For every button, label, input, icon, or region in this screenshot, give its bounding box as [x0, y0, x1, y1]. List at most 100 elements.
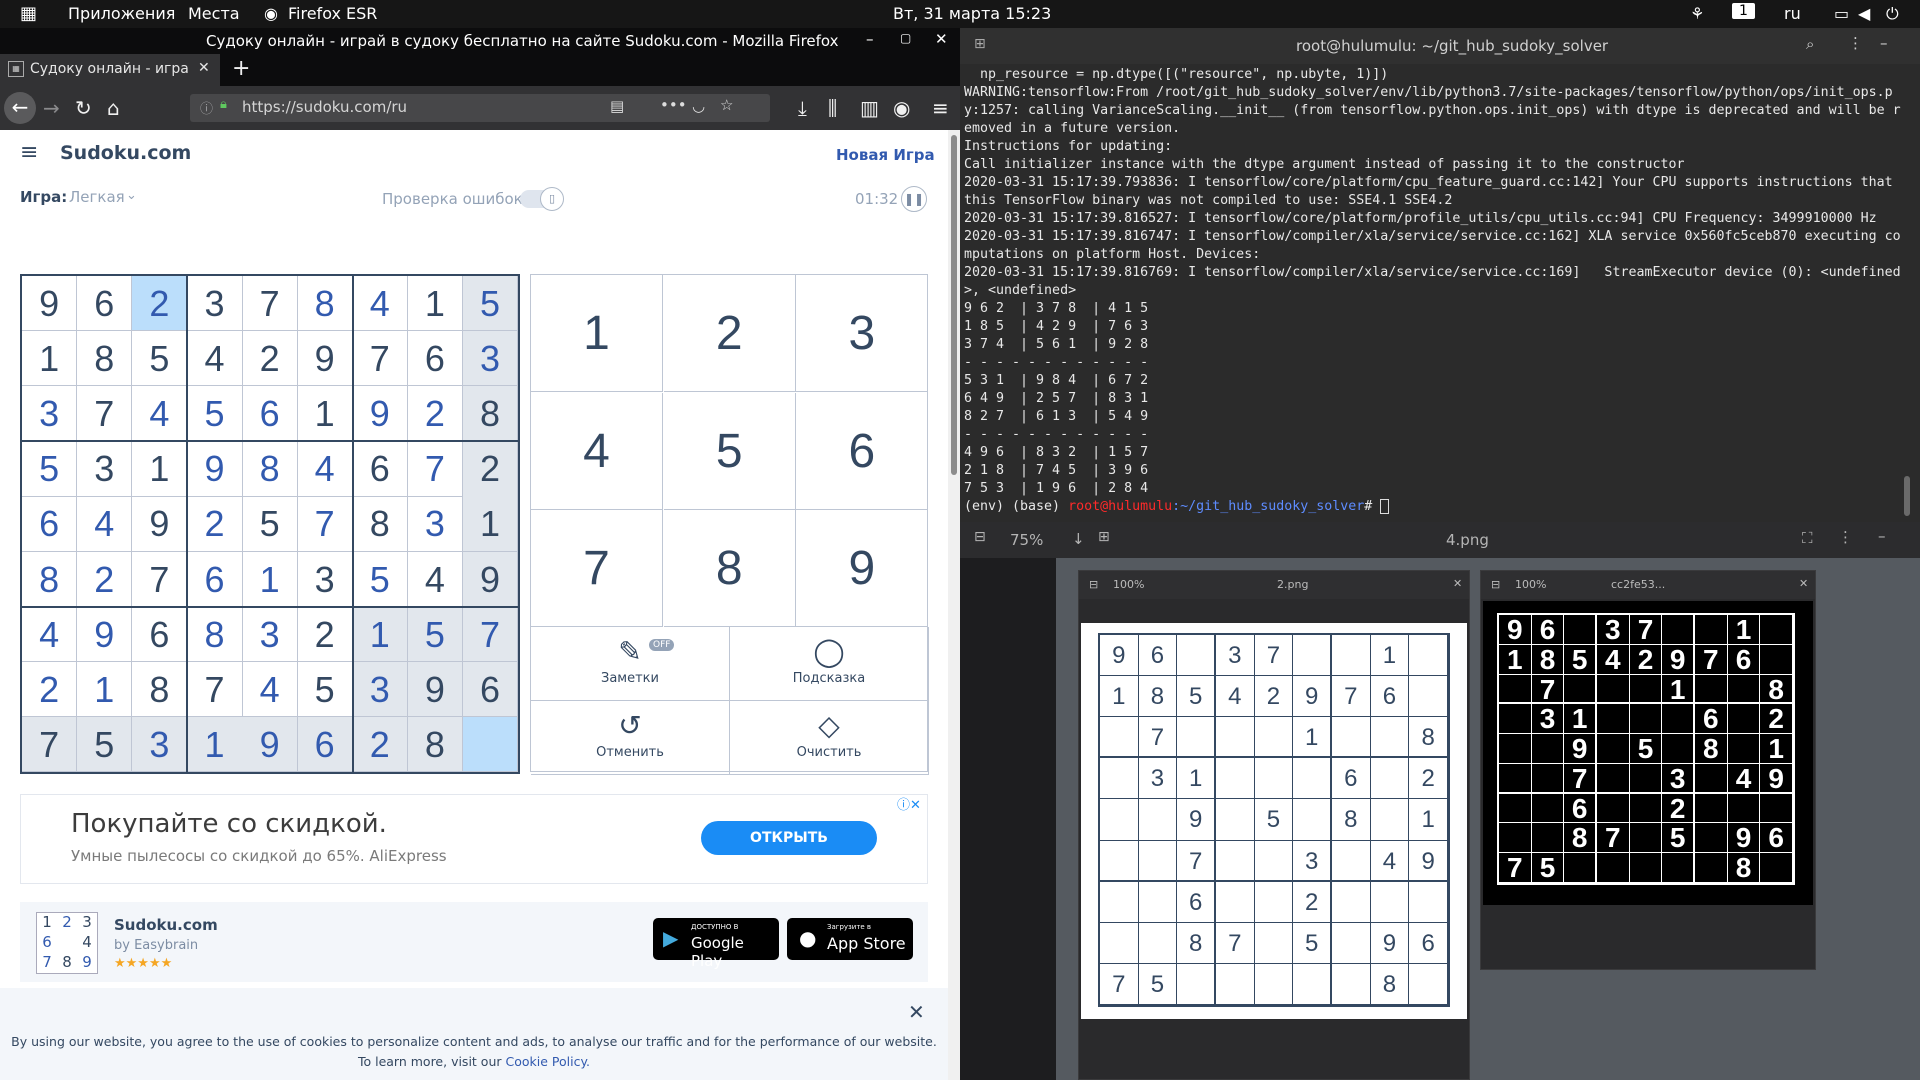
- zoom-out-icon[interactable]: ⊟: [1491, 578, 1500, 591]
- board-cell[interactable]: 2: [132, 276, 188, 332]
- board-cell[interactable]: 2: [187, 496, 243, 552]
- numpad-key[interactable]: 6: [796, 392, 929, 510]
- reader-view-icon[interactable]: ▤: [610, 97, 624, 115]
- board-cell[interactable]: 5: [297, 661, 353, 718]
- hint-button[interactable]: ◯ Подсказка: [730, 627, 929, 701]
- board-cell[interactable]: 3: [352, 661, 408, 718]
- new-game-link[interactable]: Новая Игра: [836, 146, 935, 164]
- account-icon[interactable]: ◉: [893, 96, 910, 120]
- board-cell[interactable]: 7: [462, 606, 519, 662]
- board-cell[interactable]: 7: [132, 551, 188, 607]
- board-cell[interactable]: 7: [407, 441, 464, 497]
- search-icon[interactable]: ⌕: [1806, 35, 1814, 53]
- board-cell[interactable]: 2: [22, 661, 78, 718]
- terminal-output[interactable]: np_resource = np.dtype([("resource", np.…: [964, 66, 1904, 522]
- board-cell[interactable]: 3: [297, 551, 353, 607]
- board-cell[interactable]: 1: [407, 276, 464, 332]
- forward-button[interactable]: →: [43, 96, 60, 120]
- board-cell[interactable]: 1: [187, 716, 243, 773]
- close-icon[interactable]: ✕: [1799, 577, 1808, 590]
- new-tab-icon[interactable]: +: [232, 56, 250, 81]
- menu-dots-icon[interactable]: ⋮: [1848, 34, 1863, 52]
- board-cell[interactable]: 2: [407, 386, 464, 442]
- undo-button[interactable]: ↺ Отменить: [531, 701, 730, 775]
- board-cell[interactable]: 7: [297, 496, 353, 552]
- board-cell[interactable]: 2: [352, 716, 408, 773]
- board-cell[interactable]: 2: [297, 606, 353, 662]
- minimize-icon[interactable]: –: [1878, 527, 1886, 545]
- google-play-button[interactable]: ▶ ДОСТУПНО В Google Play: [653, 918, 779, 970]
- board-cell[interactable]: 6: [187, 551, 243, 607]
- apps-grid-icon[interactable]: ▦: [20, 3, 37, 24]
- chevron-down-icon[interactable]: ⌄: [126, 188, 137, 203]
- board-cell[interactable]: 4: [187, 331, 243, 387]
- board-cell[interactable]: 5: [407, 606, 464, 662]
- board-cell[interactable]: 8: [297, 276, 353, 332]
- board-cell[interactable]: 2: [462, 441, 519, 497]
- board-cell[interactable]: 7: [187, 661, 243, 718]
- board-cell[interactable]: 9: [297, 331, 353, 387]
- ad-banner[interactable]: Покупайте со скидкой. Умные пылесосы со …: [20, 794, 928, 884]
- board-cell[interactable]: 9: [132, 496, 188, 552]
- win1-zoom[interactable]: 100%: [1113, 578, 1144, 591]
- applications-menu[interactable]: Приложения: [68, 4, 175, 23]
- numpad-key[interactable]: 3: [796, 275, 929, 392]
- board-cell[interactable]: 1: [132, 441, 188, 497]
- win2-zoom[interactable]: 100%: [1515, 578, 1546, 591]
- board-cell[interactable]: 6: [462, 661, 519, 718]
- active-app-label[interactable]: Firefox ESR: [288, 4, 377, 23]
- difficulty-select[interactable]: Легкая: [69, 188, 125, 206]
- board-cell[interactable]: 3: [187, 276, 243, 332]
- board-cell[interactable]: 2: [77, 551, 133, 607]
- fullscreen-icon[interactable]: ⛶: [1802, 529, 1813, 547]
- zoom-out-icon[interactable]: ⊟: [974, 529, 986, 545]
- board-cell[interactable]: 5: [22, 441, 78, 497]
- board-cell[interactable]: 3: [462, 331, 519, 387]
- board-cell[interactable]: 1: [242, 551, 298, 607]
- board-cell[interactable]: 6: [407, 331, 464, 387]
- board-cell[interactable]: 4: [407, 551, 464, 607]
- tab-sudoku[interactable]: ▦ Судоку онлайн - играй в ✕: [0, 54, 220, 86]
- board-cell[interactable]: [462, 716, 519, 773]
- hamburger-icon[interactable]: ≡: [20, 140, 38, 165]
- board-cell[interactable]: 7: [22, 716, 78, 773]
- board-cell[interactable]: 1: [77, 661, 133, 718]
- close-icon[interactable]: ✕: [935, 30, 948, 48]
- board-cell[interactable]: 5: [77, 716, 133, 773]
- url-text[interactable]: https://sudoku.com/ru: [242, 98, 407, 116]
- zoom-level[interactable]: 75%: [1010, 531, 1043, 549]
- minimize-term-icon[interactable]: –: [1880, 34, 1888, 52]
- site-logo[interactable]: Sudoku.com: [60, 142, 191, 164]
- board-cell[interactable]: 5: [462, 276, 519, 332]
- numpad-key[interactable]: 9: [796, 510, 929, 627]
- erase-button[interactable]: ◇ Очистить: [730, 701, 929, 775]
- board-cell[interactable]: 8: [132, 661, 188, 718]
- notes-button[interactable]: ✎ Заметки OFF: [531, 627, 730, 701]
- board-cell[interactable]: 8: [242, 441, 298, 497]
- board-cell[interactable]: 7: [352, 331, 408, 387]
- zoom-in-icon[interactable]: ⊞: [1098, 529, 1110, 545]
- sidebar-icon[interactable]: ▥: [860, 96, 879, 120]
- board-cell[interactable]: 4: [132, 386, 188, 442]
- pause-button[interactable]: ❚❚: [901, 186, 927, 212]
- numpad-key[interactable]: 1: [531, 275, 663, 392]
- board-cell[interactable]: 1: [297, 386, 353, 442]
- board-cell[interactable]: 6: [132, 606, 188, 662]
- keyboard-layout[interactable]: ru: [1784, 4, 1801, 23]
- board-cell[interactable]: 8: [407, 716, 464, 773]
- home-button[interactable]: ⌂: [107, 96, 120, 120]
- board-cell[interactable]: 8: [352, 496, 408, 552]
- cookie-close-icon[interactable]: ✕: [908, 1000, 925, 1024]
- board-cell[interactable]: 4: [77, 496, 133, 552]
- numpad-key[interactable]: 4: [531, 392, 663, 510]
- board-cell[interactable]: 5: [352, 551, 408, 607]
- board-cell[interactable]: 9: [187, 441, 243, 497]
- terminal-prompt[interactable]: (env) (base) root@hulumulu:~/git_hub_sud…: [964, 498, 1904, 516]
- board-cell[interactable]: 2: [242, 331, 298, 387]
- back-button[interactable]: ←: [4, 92, 36, 124]
- board-cell[interactable]: 8: [187, 606, 243, 662]
- clock[interactable]: Вт, 31 марта 15:23: [893, 4, 1051, 23]
- zoom-dropdown-icon[interactable]: ↓: [1072, 530, 1085, 548]
- numpad-key[interactable]: 5: [663, 392, 796, 510]
- board-cell[interactable]: 6: [242, 386, 298, 442]
